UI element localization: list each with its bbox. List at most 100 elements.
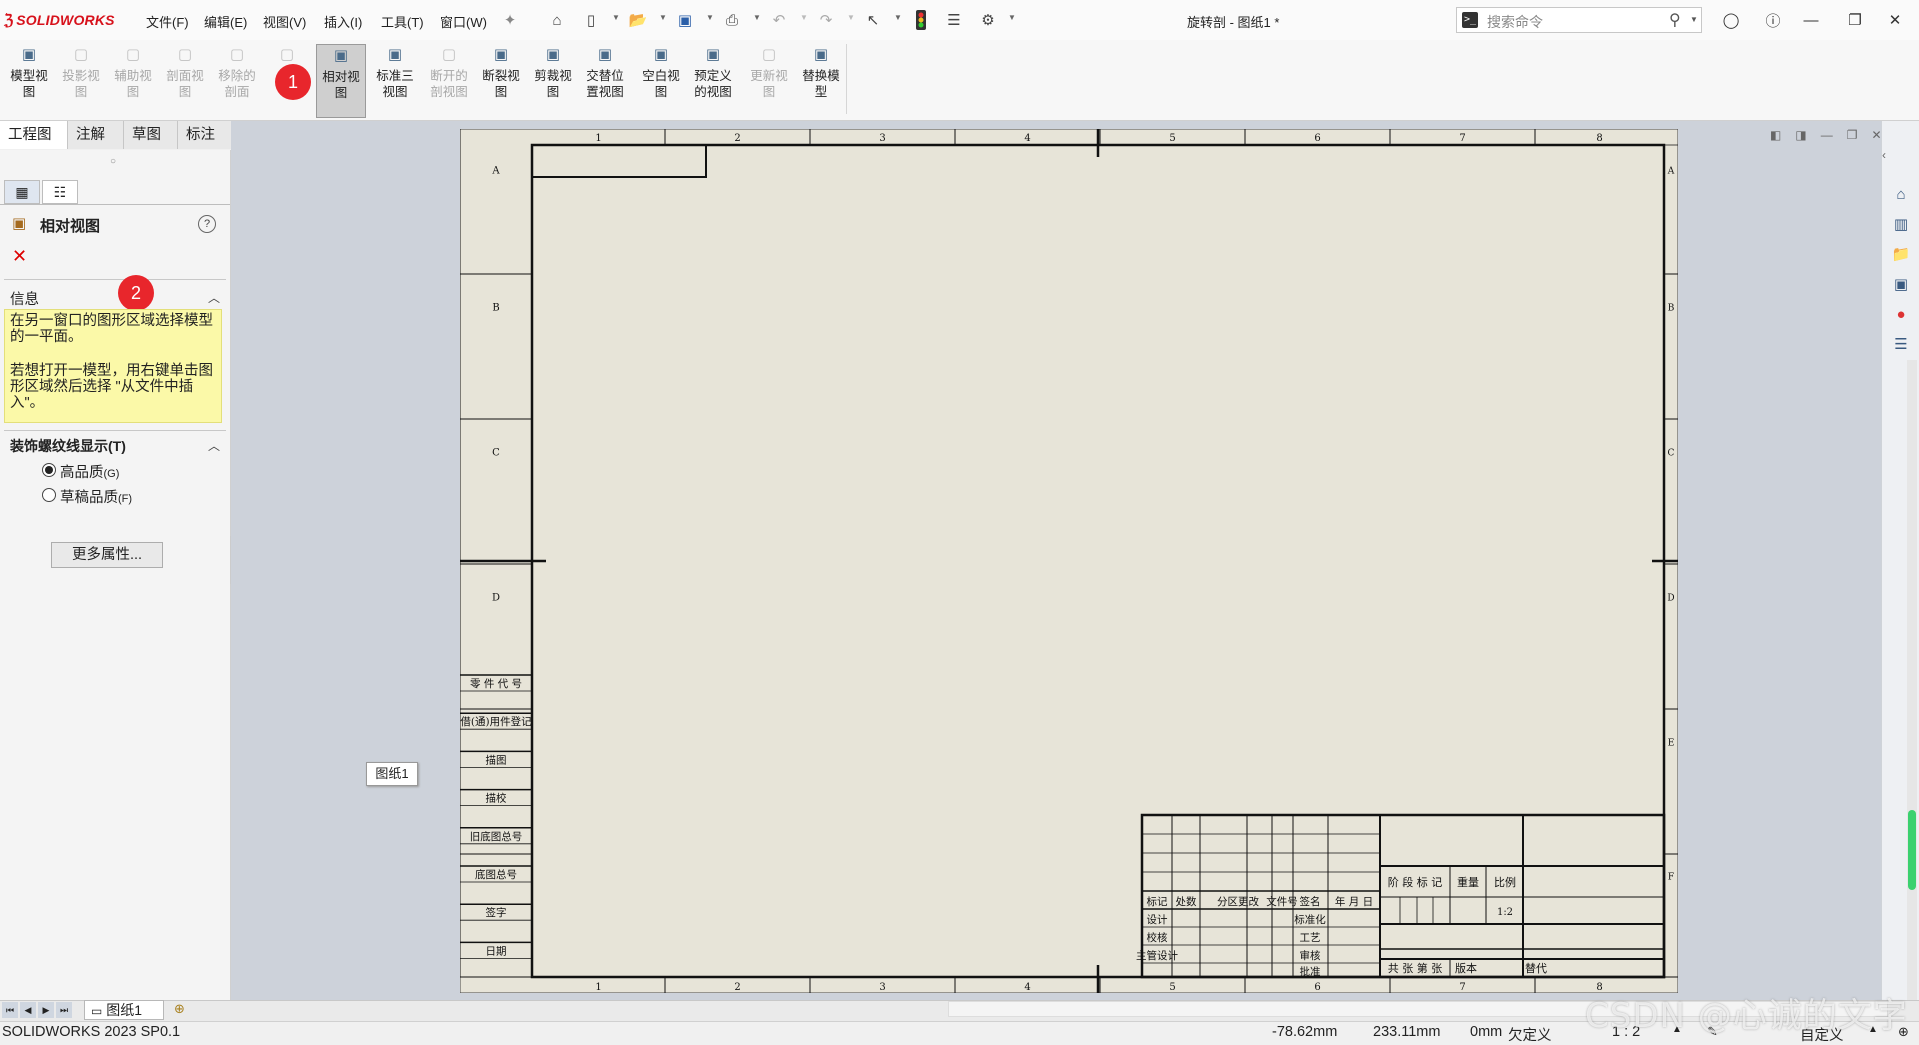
- search-input[interactable]: 搜索命令: [1487, 12, 1543, 32]
- sheet-name-label[interactable]: 图纸1: [366, 762, 418, 786]
- minimize-icon[interactable]: —: [1796, 8, 1826, 32]
- file-explorer-icon[interactable]: 📁: [1890, 243, 1912, 265]
- search-commands[interactable]: >_ 搜索命令 ⚲ ▼: [1456, 7, 1702, 33]
- select-cursor-icon[interactable]: ↖: [862, 9, 884, 31]
- step-marker-1: 1: [275, 64, 311, 100]
- menu-tools[interactable]: 工具(T): [381, 12, 424, 31]
- panel-grip-icon[interactable]: ○: [110, 156, 116, 167]
- draft-quality-radio[interactable]: [42, 488, 56, 502]
- add-sheet-icon[interactable]: ⊕: [174, 1001, 185, 1017]
- high-quality-radio[interactable]: [42, 463, 56, 477]
- new-document-icon[interactable]: ▯: [580, 9, 602, 31]
- tool-projected-view[interactable]: ▢ 投影视 图: [56, 44, 106, 118]
- tab-annotation[interactable]: 注解: [68, 121, 124, 149]
- chevron-down-icon[interactable]: ▼: [753, 13, 761, 22]
- split-left-icon[interactable]: ◧: [1770, 128, 1781, 142]
- chevron-left-icon[interactable]: ‹: [1882, 148, 1886, 162]
- chevron-up-icon[interactable]: ︿: [208, 289, 220, 306]
- restore-icon[interactable]: ❐: [1847, 128, 1858, 142]
- file-properties-icon[interactable]: ☰: [943, 9, 965, 31]
- feature-tree-tab-icon[interactable]: ☷: [42, 180, 78, 204]
- redo-icon[interactable]: ↷: [815, 9, 837, 31]
- tool-removed-section[interactable]: ▢ 移除的 剖面: [212, 44, 262, 118]
- viewport-controls: ◧ ◨ — ❐ ✕: [1770, 128, 1882, 142]
- chevron-down-icon[interactable]: ▼: [706, 13, 714, 22]
- more-properties-button[interactable]: 更多属性...: [51, 542, 163, 568]
- tool-model-view[interactable]: ▣ 模型视 图: [4, 44, 54, 118]
- appearances-icon[interactable]: ●: [1890, 303, 1912, 325]
- next-sheet-icon[interactable]: ▶: [38, 1002, 54, 1018]
- search-icon[interactable]: ⚲: [1669, 10, 1681, 30]
- tool-empty-view[interactable]: ▣ 空白视 图: [636, 44, 686, 118]
- tool-predefined-view[interactable]: ▣ 预定义 的视图: [688, 44, 738, 118]
- property-manager-panel: [0, 150, 231, 1000]
- close-icon[interactable]: ✕: [12, 246, 27, 267]
- scrollbar-thumb[interactable]: [1908, 810, 1916, 890]
- tool-standard-3-view[interactable]: ▣ 标准三 视图: [370, 44, 420, 118]
- menu-insert[interactable]: 插入(I): [324, 12, 362, 31]
- thread-display-header[interactable]: 装饰螺纹线显示(T): [10, 436, 126, 456]
- undo-icon[interactable]: ↶: [768, 9, 790, 31]
- tab-drawing[interactable]: 工程图: [0, 121, 68, 149]
- tool-auxiliary-view[interactable]: ▢ 辅助视 图: [108, 44, 158, 118]
- tool-label: 断开的 剖视图: [430, 69, 468, 99]
- split-right-icon[interactable]: ◨: [1795, 128, 1806, 142]
- vertical-scrollbar[interactable]: [1907, 360, 1917, 1000]
- chevron-down-icon[interactable]: ▼: [612, 13, 620, 22]
- help-icon[interactable]: ⓘ: [1758, 8, 1788, 32]
- tool-label: 移除的 剖面: [218, 69, 256, 99]
- chevron-down-icon[interactable]: ▼: [847, 13, 855, 22]
- help-icon[interactable]: ?: [198, 215, 216, 233]
- custom-properties-icon[interactable]: ☰: [1890, 333, 1912, 355]
- menu-window[interactable]: 窗口(W): [440, 12, 487, 31]
- chevron-down-icon[interactable]: ▼: [800, 13, 808, 22]
- tool-alternate-position-view[interactable]: ▣ 交替位 置视图: [580, 44, 630, 118]
- tool-replace-model[interactable]: ▣ 替换模 型: [796, 44, 846, 118]
- tab-markup[interactable]: 标注: [178, 121, 232, 149]
- close-icon[interactable]: ✕: [1871, 128, 1881, 142]
- tool-label: 交替位 置视图: [586, 69, 624, 99]
- info-section-header[interactable]: 信息: [10, 288, 39, 309]
- view-palette-icon[interactable]: ▣: [1890, 273, 1912, 295]
- tool-break-view[interactable]: ▣ 断裂视 图: [476, 44, 526, 118]
- close-icon[interactable]: ✕: [1880, 8, 1910, 32]
- high-quality-label[interactable]: 高品质(G): [60, 461, 119, 482]
- tab-sketch[interactable]: 草图: [124, 121, 178, 149]
- tool-broken-out-section[interactable]: ▢ 断开的 剖视图: [424, 44, 474, 118]
- restore-icon[interactable]: ❐: [1840, 8, 1870, 32]
- drawing-sheet[interactable]: 1122334455667788A AB BC CD DEF 零 件 代 号借(通)用件…: [460, 129, 1678, 993]
- open-folder-icon[interactable]: 📂: [627, 9, 649, 31]
- draft-quality-label[interactable]: 草稿品质(F): [60, 486, 132, 507]
- tool-label: 预定义 的视图: [694, 69, 732, 99]
- minimize-icon[interactable]: —: [1821, 128, 1833, 142]
- tool-label: 替换模 型: [802, 69, 840, 99]
- prev-sheet-icon[interactable]: ◀: [20, 1002, 36, 1018]
- tool-relative-view[interactable]: ▣ 相对视 图: [316, 44, 366, 118]
- rebuild-traffic-light-icon[interactable]: [910, 9, 932, 31]
- tool-crop-view[interactable]: ▣ 剪裁视 图: [528, 44, 578, 118]
- tb-version-label: 版本: [1455, 961, 1477, 975]
- chevron-down-icon[interactable]: ▼: [894, 13, 902, 22]
- chevron-up-icon[interactable]: ︿: [208, 437, 220, 454]
- design-library-icon[interactable]: ▥: [1890, 213, 1912, 235]
- print-icon[interactable]: ⎙: [721, 9, 743, 31]
- chevron-down-icon[interactable]: ▼: [1008, 13, 1016, 22]
- chevron-down-icon[interactable]: ▼: [1690, 15, 1698, 24]
- info-text-2: 若想打开一模型，用右键单击图形区域然后选择 "从文件中插入"。: [10, 363, 213, 411]
- pin-icon[interactable]: ✦: [499, 9, 521, 31]
- last-sheet-icon[interactable]: ⏭: [56, 1002, 72, 1018]
- user-account-icon[interactable]: ◯: [1716, 8, 1746, 32]
- first-sheet-icon[interactable]: ⏮: [2, 1002, 18, 1018]
- chevron-down-icon[interactable]: ▼: [659, 13, 667, 22]
- tool-update-view[interactable]: ▢ 更新视 图: [744, 44, 794, 118]
- tool-section-view[interactable]: ▢ 剖面视 图: [160, 44, 210, 118]
- sheet-tab-sheet1[interactable]: ▭ 图纸1: [84, 1000, 164, 1020]
- solidworks-resources-icon[interactable]: ⌂: [1890, 183, 1912, 205]
- save-icon[interactable]: ▣: [674, 9, 696, 31]
- menu-edit[interactable]: 编辑(E): [204, 12, 247, 31]
- menu-file[interactable]: 文件(F): [146, 12, 189, 31]
- property-manager-tab-icon[interactable]: ▦: [4, 180, 40, 204]
- menu-view[interactable]: 视图(V): [263, 12, 306, 31]
- options-gear-icon[interactable]: ⚙: [977, 9, 999, 31]
- home-icon[interactable]: ⌂: [546, 9, 568, 31]
